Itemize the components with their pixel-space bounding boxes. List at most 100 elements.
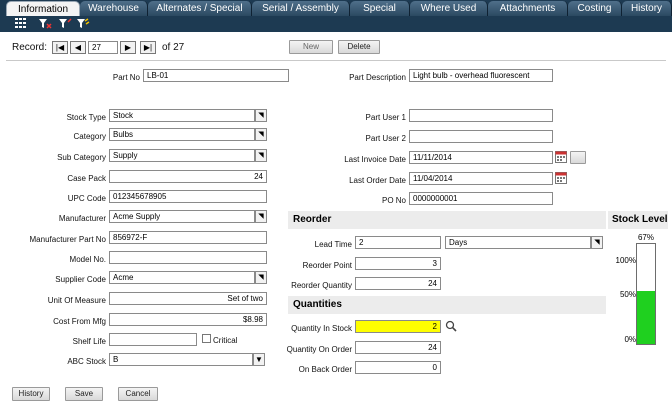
part-no-label: Part No (112, 73, 140, 82)
search-icon[interactable] (445, 320, 457, 332)
on-back-order-input[interactable]: 0 (355, 361, 441, 374)
last-record-button[interactable]: ▶| (140, 41, 156, 54)
case-pack-input[interactable]: 24 (109, 170, 267, 183)
cost-from-mfg-input[interactable]: $8.98 (109, 313, 267, 326)
stock-level-title: Stock Level (608, 211, 668, 229)
filter-icon[interactable] (58, 18, 72, 30)
history-button[interactable]: History (12, 387, 50, 401)
model-no-input[interactable] (109, 251, 267, 264)
shelf-life-label: Shelf Life (72, 337, 106, 346)
part-user-1-label: Part User 1 (365, 113, 406, 122)
tab-attachments[interactable]: Attachments (488, 1, 568, 16)
cancel-button[interactable]: Cancel (118, 387, 158, 401)
manufacturer-select[interactable]: Acme Supply (109, 210, 255, 223)
part-description-input[interactable]: Light bulb - overhead fluorescent (409, 69, 553, 82)
stock-level-tick-100: 100% (615, 256, 636, 265)
record-count: of 27 (162, 42, 185, 53)
part-user-2-label: Part User 2 (365, 134, 406, 143)
record-label: Record: (12, 42, 48, 53)
last-invoice-date-label: Last Invoice Date (344, 155, 406, 164)
stock-level-percent: 67% (637, 233, 654, 242)
reorder-quantity-input[interactable]: 24 (355, 277, 441, 290)
part-user-2-input[interactable] (409, 130, 553, 143)
lead-time-label: Lead Time (314, 240, 352, 249)
calendar-icon[interactable] (555, 151, 567, 164)
calendar-icon[interactable] (555, 172, 567, 185)
reorder-quantity-label: Reorder Quantity (291, 281, 352, 290)
shelf-life-input[interactable] (109, 333, 197, 346)
category-dropdown-icon[interactable]: ◥ (255, 128, 267, 141)
tab-costing[interactable]: Costing (568, 1, 622, 16)
lead-time-unit-select[interactable]: Days (445, 236, 591, 249)
new-button[interactable]: New (289, 40, 333, 54)
upc-code-label: UPC Code (67, 194, 106, 203)
stock-type-select[interactable]: Stock (109, 109, 255, 122)
unit-of-measure-label: Unit Of Measure (47, 296, 106, 305)
abc-stock-label: ABC Stock (67, 357, 106, 366)
record-number-input[interactable]: 27 (88, 41, 118, 54)
stock-type-dropdown-icon[interactable]: ◥ (255, 109, 267, 122)
sub-category-select[interactable]: Supply (109, 149, 255, 162)
manufacturer-label: Manufacturer (58, 214, 106, 223)
tab-alternates-special[interactable]: Alternates / Special (148, 1, 252, 16)
tab-special[interactable]: Special (350, 1, 410, 16)
quantities-section-title: Quantities (288, 296, 606, 314)
supplier-code-label: Supplier Code (55, 275, 106, 284)
manufacturer-part-no-input[interactable]: 856972-F (109, 231, 267, 244)
stock-level-bar (636, 243, 656, 345)
reorder-point-label: Reorder Point (302, 261, 352, 270)
part-no-input[interactable]: LB-01 (143, 69, 289, 82)
upc-code-input[interactable]: 012345678905 (109, 190, 267, 203)
grid-icon[interactable] (14, 18, 28, 30)
supplier-code-select[interactable]: Acme (109, 271, 255, 284)
tab-warehouse[interactable]: Warehouse (80, 1, 148, 16)
toolbar (0, 16, 672, 32)
tab-information[interactable]: Information (6, 1, 80, 16)
on-back-order-label: On Back Order (298, 365, 352, 374)
lead-time-input[interactable]: 2 (355, 236, 441, 249)
po-no-input[interactable]: 0000000001 (409, 192, 553, 205)
part-description-label: Part Description (349, 73, 406, 82)
invoice-lookup-button[interactable] (570, 151, 586, 164)
category-select[interactable]: Bulbs (109, 128, 255, 141)
filter-apply-icon[interactable] (76, 18, 90, 30)
po-no-label: PO No (381, 196, 406, 205)
quantity-on-order-label: Quantity On Order (286, 345, 352, 354)
manufacturer-part-no-label: Manufacturer Part No (29, 235, 106, 244)
part-user-1-input[interactable] (409, 109, 553, 122)
model-no-label: Model No. (69, 255, 106, 264)
sub-category-label: Sub Category (57, 153, 106, 162)
last-order-date-label: Last Order Date (349, 176, 406, 185)
save-button[interactable]: Save (65, 387, 103, 401)
quantity-in-stock-input[interactable]: 2 (355, 320, 441, 333)
previous-record-button[interactable]: ◀ (70, 41, 86, 54)
last-order-date-input[interactable]: 11/04/2014 (409, 172, 553, 185)
tab-history[interactable]: History (622, 1, 672, 16)
stock-type-label: Stock Type (66, 113, 106, 122)
delete-button[interactable]: Delete (338, 40, 380, 54)
category-label: Category (73, 132, 106, 141)
filter-clear-icon[interactable] (38, 18, 52, 30)
tab-where-used[interactable]: Where Used (410, 1, 488, 16)
quantity-on-order-input[interactable]: 24 (355, 341, 441, 354)
last-invoice-date-input[interactable]: 11/11/2014 (409, 151, 553, 164)
critical-label: Critical (213, 336, 238, 345)
lead-time-unit-dropdown-icon[interactable]: ◥ (591, 236, 603, 249)
unit-of-measure-input[interactable]: Set of two (109, 292, 267, 305)
case-pack-label: Case Pack (67, 174, 106, 183)
divider (6, 60, 666, 61)
tab-bar: Information Warehouse Alternates / Speci… (0, 0, 672, 16)
first-record-button[interactable]: |◀ (52, 41, 68, 54)
reorder-section-title: Reorder (288, 211, 606, 229)
critical-checkbox[interactable] (202, 334, 211, 343)
stock-level-tick-0: 0% (624, 335, 636, 344)
tab-serial-assembly[interactable]: Serial / Assembly (252, 1, 350, 16)
abc-stock-select[interactable]: B (109, 353, 253, 366)
quantity-in-stock-label: Quantity In Stock (291, 324, 352, 333)
manufacturer-dropdown-icon[interactable]: ◥ (255, 210, 267, 223)
next-record-button[interactable]: ▶ (120, 41, 136, 54)
reorder-point-input[interactable]: 3 (355, 257, 441, 270)
stock-level-fill (637, 291, 655, 344)
cost-from-mfg-label: Cost From Mfg (53, 317, 106, 326)
sub-category-dropdown-icon[interactable]: ◥ (255, 149, 267, 162)
